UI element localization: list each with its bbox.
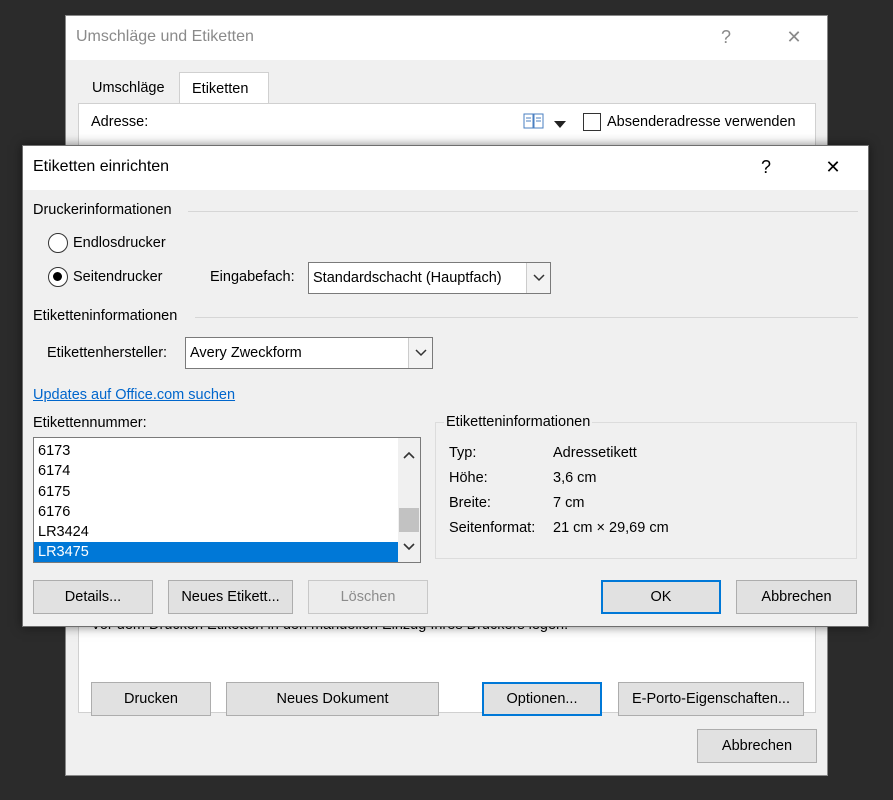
eporto-properties-button[interactable]: E-Porto-Eigenschaften... <box>618 682 804 716</box>
window-title: Umschläge und Etiketten <box>76 28 254 45</box>
info-key-type: Typ: <box>449 445 477 461</box>
cancel-button[interactable]: Abbrechen <box>736 580 857 614</box>
address-label: Adresse: <box>91 114 149 130</box>
scrollbar-thumb[interactable] <box>399 508 419 532</box>
sender-address-checkbox[interactable] <box>583 113 601 131</box>
close-icon[interactable]: ✕ <box>813 154 853 180</box>
info-value-page-size: 21 cm × 29,69 cm <box>553 520 669 536</box>
new-label-button[interactable]: Neues Etikett... <box>168 580 293 614</box>
tray-label: Eingabefach: <box>210 269 295 285</box>
office-updates-link[interactable]: Updates auf Office.com suchen <box>33 387 235 403</box>
label-info-box <box>435 422 857 559</box>
help-icon[interactable]: ? <box>706 24 746 50</box>
info-value-type: Adressetikett <box>553 445 637 461</box>
dropdown-arrow-icon[interactable] <box>554 116 566 132</box>
sender-address-label: Absenderadresse verwenden <box>607 114 796 130</box>
chevron-down-icon[interactable] <box>408 338 432 368</box>
chevron-down-icon[interactable] <box>526 263 550 293</box>
info-value-height: 3,6 cm <box>553 470 597 486</box>
group-divider <box>195 317 858 318</box>
dialog-title: Etiketten einrichten <box>33 158 170 175</box>
list-item[interactable]: 6176 <box>34 502 398 522</box>
group-divider <box>188 211 858 212</box>
radio-selected-dot <box>53 272 62 281</box>
info-key-page-size: Seitenformat: <box>449 520 536 536</box>
close-icon[interactable]: ✕ <box>774 24 814 50</box>
info-key-height: Höhe: <box>449 470 488 486</box>
list-item[interactable]: 6175 <box>34 482 398 502</box>
info-key-width: Breite: <box>449 495 491 511</box>
info-value-width: 7 cm <box>553 495 585 511</box>
label-options-dialog: Etiketten einrichten ? ✕ Druckerinformat… <box>22 145 869 627</box>
tab-labels[interactable]: Etiketten <box>179 72 269 104</box>
list-scrollbar[interactable] <box>398 438 420 562</box>
list-item[interactable]: 6173 <box>34 441 398 461</box>
new-document-button[interactable]: Neues Dokument <box>226 682 439 716</box>
label-info-group-label: Etiketteninformationen <box>33 308 178 324</box>
tray-value: Standardschacht (Hauptfach) <box>313 270 502 286</box>
vendor-value: Avery Zweckform <box>190 345 302 361</box>
vendor-label: Etikettenhersteller: <box>47 345 168 361</box>
title-bar: Etiketten einrichten ? ✕ <box>23 146 868 190</box>
tab-label: Umschläge <box>92 80 165 96</box>
options-button[interactable]: Optionen... <box>482 682 602 716</box>
chevron-down-icon[interactable] <box>403 538 415 554</box>
label-number-list[interactable]: 6173 6174 6175 6176 LR3424 LR3475 <box>33 437 421 563</box>
ok-button[interactable]: OK <box>601 580 721 614</box>
page-printer-label: Seitendrucker <box>73 269 163 285</box>
tray-select[interactable]: Standardschacht (Hauptfach) <box>308 262 551 294</box>
details-button[interactable]: Details... <box>33 580 153 614</box>
tab-label: Etiketten <box>192 81 249 97</box>
list-item-selected[interactable]: LR3475 <box>34 542 398 562</box>
title-bar: Umschläge und Etiketten ? ✕ <box>66 16 827 60</box>
vendor-select[interactable]: Avery Zweckform <box>185 337 433 369</box>
continuous-printer-radio[interactable] <box>48 233 68 253</box>
address-book-icon[interactable] <box>523 112 545 130</box>
label-info-box-title: Etiketteninformationen <box>444 414 593 430</box>
cancel-button[interactable]: Abbrechen <box>697 729 817 763</box>
continuous-printer-label: Endlosdrucker <box>73 235 166 251</box>
delete-button[interactable]: Löschen <box>308 580 428 614</box>
help-icon[interactable]: ? <box>746 154 786 180</box>
label-number-label: Etikettennummer: <box>33 415 147 431</box>
print-button[interactable]: Drucken <box>91 682 211 716</box>
list-item[interactable]: 6174 <box>34 461 398 481</box>
printer-info-group-label: Druckerinformationen <box>33 202 172 218</box>
chevron-up-icon[interactable] <box>403 446 415 462</box>
list-items: 6173 6174 6175 6176 LR3424 LR3475 <box>34 441 398 562</box>
page-printer-radio[interactable] <box>48 267 68 287</box>
tab-envelopes[interactable]: Umschläge <box>80 72 177 104</box>
list-item[interactable]: LR3424 <box>34 522 398 542</box>
